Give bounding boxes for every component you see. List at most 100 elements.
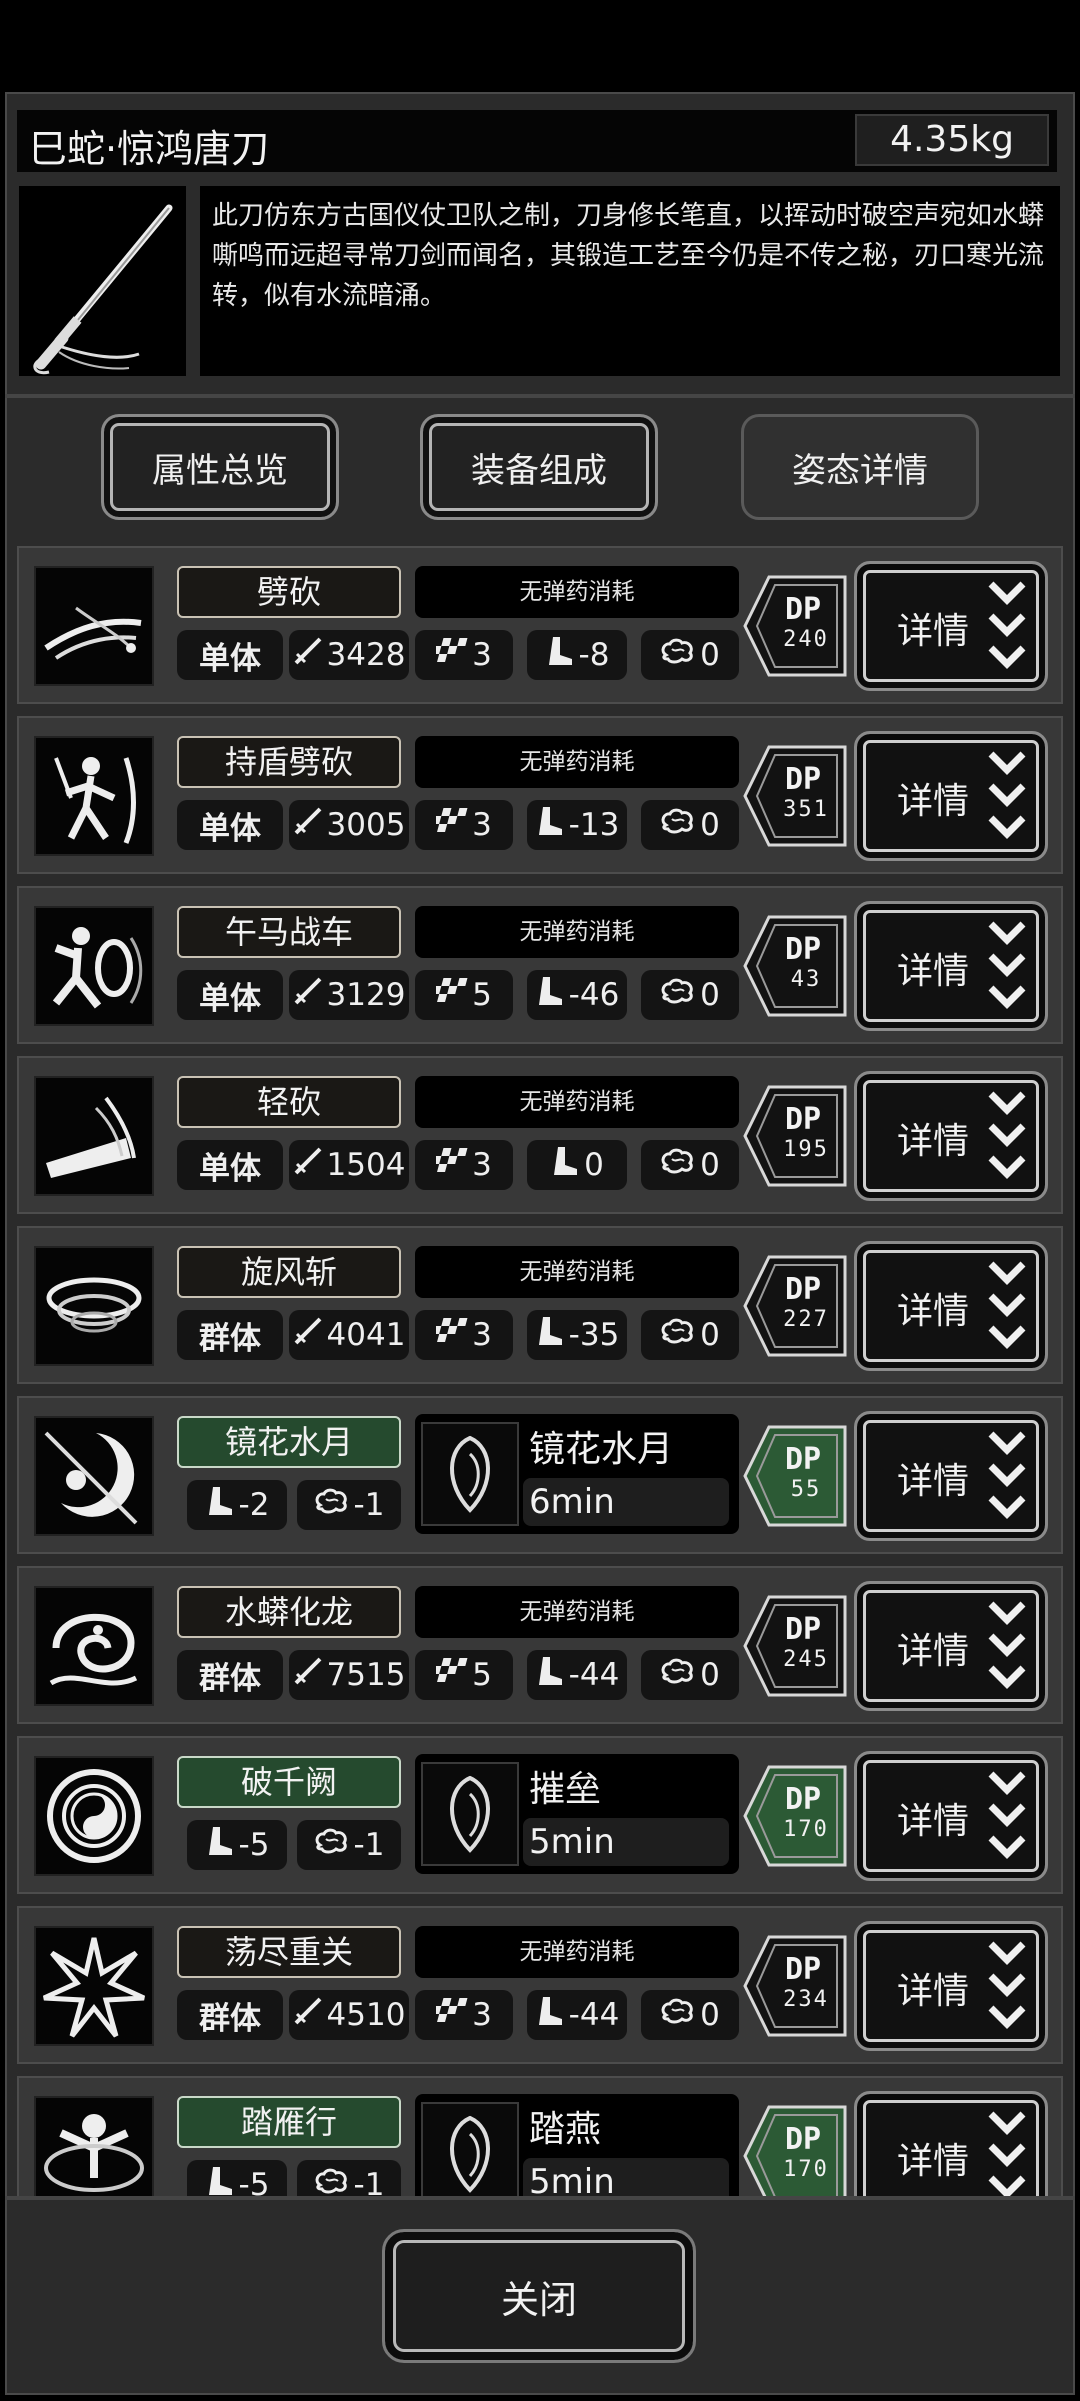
buff-icon (421, 1762, 519, 1866)
target-type-label: 单体 (199, 810, 261, 847)
hits-stat: 3 (415, 1310, 513, 1360)
attack-stat: 4041 (289, 1310, 409, 1360)
svg-text:DP: DP (785, 1782, 821, 1817)
checker-icon (431, 1656, 468, 1694)
buff-icon (421, 1422, 519, 1526)
hits-value: 5 (472, 977, 492, 1013)
close-button[interactable]: 关闭 (382, 2229, 696, 2363)
dp-value: 245 (783, 1647, 829, 1672)
skill-row: 镜花水月 -2 -1 镜花水月 6min DP 55 详情 (17, 1396, 1063, 1554)
boot-icon (205, 1485, 235, 1525)
hits-value: 5 (472, 1657, 492, 1693)
dp-value: 55 (790, 1477, 822, 1502)
svg-text:DP: DP (785, 2122, 821, 2157)
skill-name: 午马战车 (177, 906, 401, 958)
dp-badge: DP 55 (741, 1423, 849, 1529)
hits-stat: 3 (415, 1140, 513, 1190)
buff-name: 摧垒 (529, 1769, 602, 1810)
buff-duration: 5min (523, 1818, 729, 1866)
brain-icon (314, 1827, 350, 1863)
skill-row: 轻砍 单体 1504 3 0 0 无弹药消耗 DP 195 详情 (17, 1056, 1063, 1214)
brain-icon (660, 637, 696, 673)
target-type: 群体 (177, 1990, 283, 2040)
sword-icon (293, 976, 323, 1014)
tab-stance-details[interactable]: 姿态详情 (741, 414, 979, 520)
ammo-status: 无弹药消耗 (415, 1926, 739, 1978)
skill-name: 水蟒化龙 (177, 1586, 401, 1638)
brain-value: 0 (700, 1317, 720, 1353)
hits-value: 3 (472, 1147, 492, 1183)
attack-value: 3005 (326, 807, 406, 843)
hits-stat: 5 (415, 1650, 513, 1700)
tab-equipment-composition[interactable]: 装备组成 (420, 414, 658, 520)
detail-button[interactable]: 详情 (854, 1751, 1048, 1881)
martial-figure-icon (34, 2096, 154, 2198)
stamina-value: -2 (238, 1487, 270, 1523)
weapon-description: 此刀仿东方古国仪仗卫队之制，刀身修长笔直，以挥动时破空声宛如水蟒嘶鸣而远超寻常刀… (200, 186, 1060, 376)
detail-button[interactable]: 详情 (854, 901, 1048, 1031)
skill-row: 旋风斩 群体 4041 3 -35 0 无弹药消耗 DP 227 详情 (17, 1226, 1063, 1384)
brain-value: -1 (353, 1487, 385, 1523)
target-type-label: 群体 (199, 1320, 261, 1357)
svg-text:DP: DP (785, 1272, 821, 1307)
target-type-label: 单体 (199, 1150, 261, 1187)
dp-badge: DP 245 (741, 1593, 849, 1699)
detail-label: 详情 (897, 1971, 970, 2012)
boot-icon (535, 805, 565, 845)
attack-value: 3129 (326, 977, 406, 1013)
brain-icon (314, 2167, 350, 2198)
stamina-stat: -44 (527, 1650, 627, 1700)
detail-button[interactable]: 详情 (854, 1411, 1048, 1541)
title-bar: 巳蛇·惊鸿唐刀 4.35kg (17, 110, 1057, 172)
detail-button[interactable]: 详情 (854, 561, 1048, 691)
chevron-down-icon (985, 1938, 1029, 2046)
detail-button[interactable]: 详情 (854, 731, 1048, 861)
target-type-label: 群体 (199, 1660, 261, 1697)
detail-label: 详情 (897, 1631, 970, 1672)
sword-icon (293, 1146, 323, 1184)
tab-attributes-overview[interactable]: 属性总览 (101, 414, 339, 520)
stamina-stat: -5 (187, 1820, 287, 1870)
skill-name: 旋风斩 (177, 1246, 401, 1298)
light-slash-icon (34, 1076, 154, 1196)
buff-name: 镜花水月 (529, 1429, 674, 1470)
buff-icon (421, 2102, 519, 2198)
brain-value: -1 (353, 2167, 385, 2198)
target-type: 单体 (177, 800, 283, 850)
detail-button[interactable]: 详情 (854, 1921, 1048, 2051)
checker-icon (431, 636, 468, 674)
detail-label: 详情 (897, 1121, 970, 1162)
attack-stat: 7515 (289, 1650, 409, 1700)
detail-button[interactable]: 详情 (854, 1241, 1048, 1371)
boot-icon (535, 1315, 565, 1355)
whirlwind-icon (34, 1246, 154, 1366)
skill-list[interactable]: 劈砍 单体 3428 3 -8 0 无弹药消耗 DP 240 详情 持盾劈砍 单体 3005 3 -13 0 无… (17, 546, 1063, 2198)
boot-icon (205, 1825, 235, 1865)
buff-box: 镜花水月 6min (415, 1414, 739, 1534)
chevron-down-icon (985, 1258, 1029, 1366)
hits-value: 3 (472, 637, 492, 673)
brain-value: -1 (353, 1827, 385, 1863)
stamina-value: -44 (568, 1657, 620, 1693)
stamina-stat: -8 (527, 630, 627, 680)
target-type: 群体 (177, 1650, 283, 1700)
detail-button[interactable]: 详情 (854, 1071, 1048, 1201)
stamina-value: -44 (568, 1997, 620, 2033)
detail-label: 详情 (897, 1461, 970, 1502)
svg-text:DP: DP (785, 1442, 821, 1477)
chevron-down-icon (985, 578, 1029, 686)
hits-stat: 3 (415, 630, 513, 680)
detail-button[interactable]: 详情 (854, 2091, 1048, 2198)
hits-stat: 3 (415, 800, 513, 850)
hits-stat: 5 (415, 970, 513, 1020)
divider (5, 394, 1075, 398)
skill-row: 水蟒化龙 群体 7515 5 -44 0 无弹药消耗 DP 245 详情 (17, 1566, 1063, 1724)
target-type-label: 单体 (199, 640, 261, 677)
slash-icon (34, 566, 154, 686)
chevron-down-icon (985, 1768, 1029, 1876)
stamina-value: 0 (584, 1147, 604, 1183)
detail-button[interactable]: 详情 (854, 1581, 1048, 1711)
detail-label: 详情 (897, 1801, 970, 1842)
stamina-stat: 0 (527, 1140, 627, 1190)
brain-value: 0 (700, 807, 720, 843)
